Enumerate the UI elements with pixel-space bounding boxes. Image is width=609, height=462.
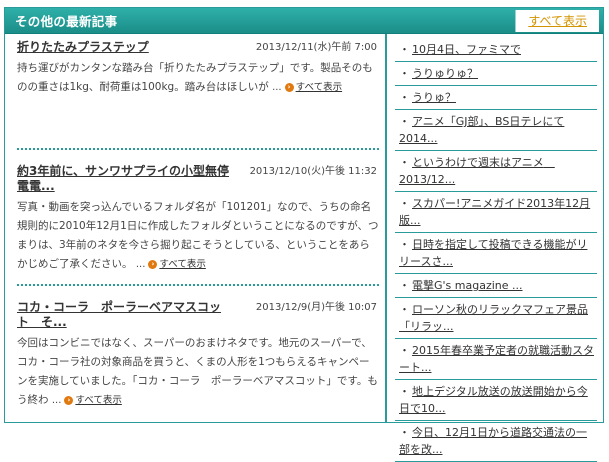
- recent-article-item: ・ 2015年春卒業予定者の就職活動スタート...: [395, 339, 597, 380]
- recent-article-item: ・というわけで週末はアニメ 2013/12...: [395, 151, 597, 192]
- recent-article-item: ・ローソン秋のリラックマフェア景品「リラッ...: [395, 298, 597, 339]
- article-title-link[interactable]: 約3年前に、サンワサプライの小型無停電電...: [17, 164, 232, 194]
- widget-content: 折りたたみプラステップ 2013/12/11(水)午前 7:00 持ち運びがカン…: [5, 34, 603, 462]
- bullet-icon: ・: [399, 91, 410, 104]
- article-title-link[interactable]: 折りたたみプラステップ: [17, 40, 232, 55]
- recent-article-link[interactable]: スカパー!アニメガイド2013年12月版...: [399, 197, 590, 227]
- article-date: 2013/12/11(水)午前 7:00: [255, 42, 377, 53]
- recent-article-list: ・ 10月4日、ファミマで・うりゅりゅ？・うりゅ？・アニメ「GJ部」、BS日テレに…: [395, 38, 597, 462]
- article-excerpt: 写真・動画を突っ込んでいるフォルダ名が「101201」なので、うちの命名規則的に…: [17, 198, 379, 274]
- widget-title: その他の最新記事: [15, 14, 118, 29]
- arrow-right-icon: ›: [148, 259, 158, 269]
- article-title-link[interactable]: コカ・コーラ ポーラーベアマスコット そ...: [17, 300, 232, 330]
- recent-article-item: ・電撃G's magazine ...: [395, 274, 597, 298]
- bullet-icon: ・: [399, 67, 410, 80]
- recent-article-link[interactable]: アニメ「GJ部」、BS日テレにて2014...: [399, 115, 564, 145]
- bullet-icon: ・: [399, 238, 410, 251]
- recent-article-item: ・地上デジタル放送の放送開始から今日で10...: [395, 380, 597, 421]
- bullet-icon: ・: [399, 344, 410, 357]
- recent-article-link[interactable]: うりゅりゅ？: [412, 67, 478, 80]
- article-item: コカ・コーラ ポーラーベアマスコット そ... 2013/12/9(月)午後 1…: [17, 286, 379, 410]
- read-more-link[interactable]: すべて表示: [159, 259, 205, 270]
- recent-article-link[interactable]: 日時を指定して投稿できる機能がリリースさ...: [399, 238, 587, 268]
- bullet-icon: ・: [399, 279, 410, 292]
- article-excerpt: 今回はコンビニではなく、スーパーのおまけネタです。地元のスーパーで、コカ・コーラ…: [17, 334, 379, 410]
- bullet-icon: ・: [399, 303, 410, 316]
- recent-article-item: ・日時を指定して投稿できる機能がリリースさ...: [395, 233, 597, 274]
- bullet-icon: ・: [399, 115, 410, 128]
- bullet-icon: ・: [399, 156, 410, 169]
- recent-article-link[interactable]: 電撃G's magazine ...: [412, 279, 523, 292]
- recent-article-item: ・うりゅ？: [395, 86, 597, 110]
- show-all-link[interactable]: すべて表示: [515, 9, 599, 32]
- ellipsis: ...: [51, 395, 62, 406]
- ellipsis: ...: [272, 82, 282, 93]
- recent-article-link[interactable]: ローソン秋のリラックマフェア景品「リラッ...: [399, 303, 588, 333]
- article-list: 折りたたみプラステップ 2013/12/11(水)午前 7:00 持ち運びがカン…: [5, 34, 387, 422]
- arrow-right-icon: ›: [284, 82, 294, 92]
- article-excerpt: 持ち運びがカンタンな踏み台「折りたたみプラステップ」です。製品そのものの重さは1…: [17, 59, 379, 97]
- read-more-link[interactable]: すべて表示: [75, 395, 121, 406]
- recent-article-item: ・ 10月4日、ファミマで: [395, 38, 597, 62]
- bullet-icon: ・: [399, 426, 410, 439]
- recent-article-item: ・うりゅりゅ？: [395, 62, 597, 86]
- ellipsis: ...: [135, 259, 146, 270]
- article-date: 2013/12/10(火)午後 11:32: [249, 166, 377, 177]
- recent-article-item: ・アニメ「GJ部」、BS日テレにて2014...: [395, 110, 597, 151]
- recent-article-link[interactable]: 10月4日、ファミマで: [412, 43, 521, 56]
- recent-article-link[interactable]: 2015年春卒業予定者の就職活動スタート...: [399, 344, 594, 374]
- latest-articles-widget: その他の最新記事 すべて表示 折りたたみプラステップ 2013/12/11(水)…: [4, 7, 604, 462]
- bullet-icon: ・: [399, 197, 410, 210]
- recent-article-link[interactable]: うりゅ？: [412, 91, 456, 104]
- article-date: 2013/12/9(月)午後 10:07: [255, 302, 377, 313]
- bullet-icon: ・: [399, 43, 410, 56]
- recent-article-item: ・今日、12月1日から道路交通法の一部を改...: [395, 421, 597, 462]
- recent-article-link[interactable]: 今日、12月1日から道路交通法の一部を改...: [399, 426, 587, 456]
- recent-article-link[interactable]: 地上デジタル放送の放送開始から今日で10...: [399, 385, 588, 415]
- article-item: 約3年前に、サンワサプライの小型無停電電... 2013/12/10(火)午後 …: [17, 150, 379, 286]
- bullet-icon: ・: [399, 385, 410, 398]
- recent-article-item: ・スカパー!アニメガイド2013年12月版...: [395, 192, 597, 233]
- arrow-right-icon: ›: [64, 395, 74, 405]
- recent-article-link[interactable]: というわけで週末はアニメ 2013/12...: [399, 156, 555, 186]
- widget-header: その他の最新記事 すべて表示: [5, 8, 603, 34]
- article-item: 折りたたみプラステップ 2013/12/11(水)午前 7:00 持ち運びがカン…: [17, 40, 379, 150]
- sidebar-recent: ・ 10月4日、ファミマで・うりゅりゅ？・うりゅ？・アニメ「GJ部」、BS日テレに…: [387, 34, 603, 462]
- read-more-link[interactable]: すべて表示: [296, 82, 342, 93]
